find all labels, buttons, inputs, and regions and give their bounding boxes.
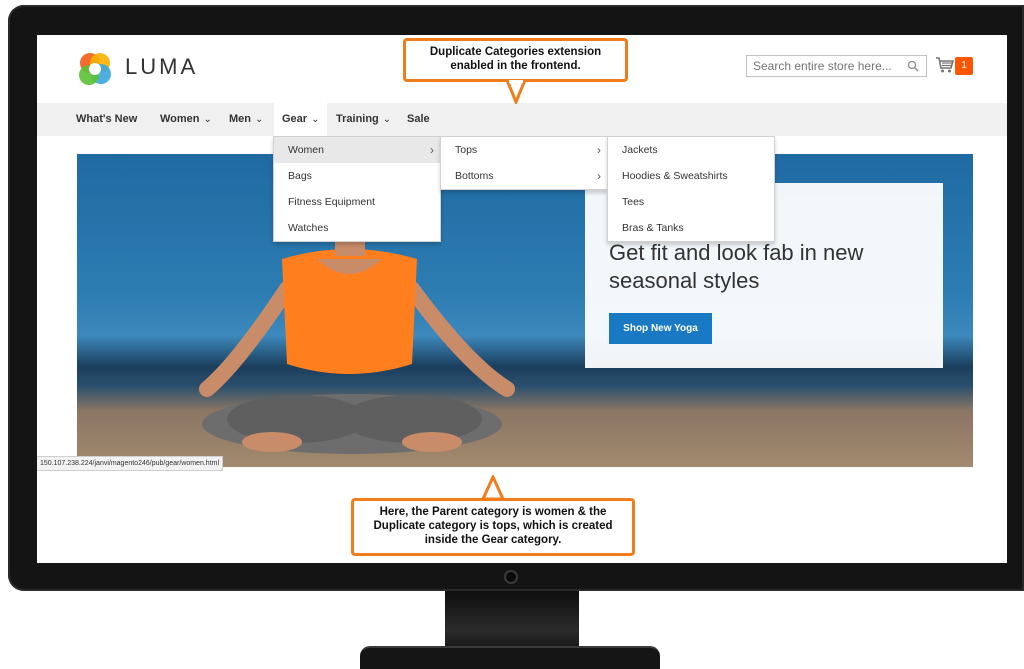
hero-banner[interactable]: ion Get fit and look fab in new seasonal… [77, 154, 973, 467]
menu-item-label: Fitness Equipment [288, 196, 375, 208]
menu-item-watches[interactable]: Watches [274, 215, 440, 241]
nav-label: Men [229, 113, 251, 125]
chevron-right-icon: › [597, 169, 601, 183]
main-navigation: What's New Women ⌄ Men ⌄ Gear ⌄ Training ⌄ S… [37, 103, 1007, 136]
luma-logo-icon[interactable] [77, 51, 113, 87]
menu-item-label: Tees [622, 196, 645, 208]
menu-item-hoodies-sweatshirts[interactable]: Hoodies & Sweatshirts [608, 163, 774, 189]
nav-label: Training [336, 113, 379, 125]
monitor-stand [445, 591, 579, 647]
menu-item-label: Tops [455, 144, 478, 156]
menu-item-label: Bras & Tanks [622, 222, 684, 234]
women-submenu: Tops › Bottoms › [440, 136, 608, 190]
logo-text[interactable]: LUMA [125, 54, 198, 80]
menu-item-fitness-equipment[interactable]: Fitness Equipment [274, 189, 440, 215]
menu-item-bottoms[interactable]: Bottoms › [441, 163, 607, 189]
shop-new-yoga-button[interactable]: Shop New Yoga [609, 313, 712, 344]
nav-item-training[interactable]: Training ⌄ [336, 103, 391, 136]
chevron-right-icon: › [597, 143, 601, 157]
yoga-woman-image [199, 214, 515, 454]
menu-item-label: Bags [288, 170, 312, 182]
search-icon[interactable] [907, 60, 919, 72]
nav-item-men[interactable]: Men ⌄ [229, 103, 263, 136]
nav-item-women[interactable]: Women ⌄ [160, 103, 212, 136]
chevron-down-icon: ⌄ [203, 114, 212, 125]
nav-item-sale[interactable]: Sale [407, 103, 430, 136]
status-bar-url: 150.107.238.224/janvi/magento246/pub/gea… [37, 456, 224, 471]
tops-submenu: Jackets Hoodies & Sweatshirts Tees Bras … [607, 136, 775, 242]
menu-item-label: Watches [288, 222, 329, 234]
menu-item-gear-women[interactable]: Women › [274, 137, 440, 163]
nav-item-whats-new[interactable]: What's New [76, 103, 137, 136]
chevron-down-icon: ⌄ [382, 114, 392, 125]
browser-screen: LUMA 1 What's New Women⌄ Men⌄ Gear⌄ Trai… [37, 35, 1007, 563]
menu-item-label: Women [288, 144, 324, 156]
search-input[interactable] [746, 55, 927, 77]
webcam-icon [504, 570, 518, 584]
cart-count-badge[interactable]: 1 [955, 57, 973, 75]
menu-item-label: Hoodies & Sweatshirts [622, 170, 728, 182]
callout-pointer-icon [505, 80, 527, 104]
cart-icon[interactable] [936, 57, 954, 73]
menu-item-jackets[interactable]: Jackets [608, 137, 774, 163]
monitor-stand-base [360, 646, 660, 669]
chevron-right-icon: › [430, 143, 434, 157]
menu-item-bras-tanks[interactable]: Bras & Tanks [608, 215, 774, 241]
nav-label: Women [160, 113, 200, 125]
promo-title: Get fit and look fab in new seasonal sty… [609, 240, 864, 293]
chevron-down-icon: ⌄ [255, 114, 264, 125]
nav-item-gear[interactable]: Gear ⌄ [274, 103, 328, 136]
menu-item-tees[interactable]: Tees [608, 189, 774, 215]
menu-item-label: Jackets [622, 144, 658, 156]
callout-top: Duplicate Categories extension enabled i… [403, 38, 628, 82]
menu-item-bags[interactable]: Bags [274, 163, 440, 189]
nav-label: Gear [282, 113, 308, 125]
nav-label: What's New [76, 113, 138, 125]
menu-item-label: Bottoms [455, 170, 494, 182]
nav-label: Sale [407, 113, 430, 125]
chevron-down-icon: ⌄ [311, 114, 320, 125]
callout-bottom: Here, the Parent category is women & the… [351, 498, 635, 556]
menu-item-tops[interactable]: Tops › [441, 137, 607, 163]
gear-dropdown-menu: Women › Bags Fitness Equipment Watches [273, 136, 441, 242]
